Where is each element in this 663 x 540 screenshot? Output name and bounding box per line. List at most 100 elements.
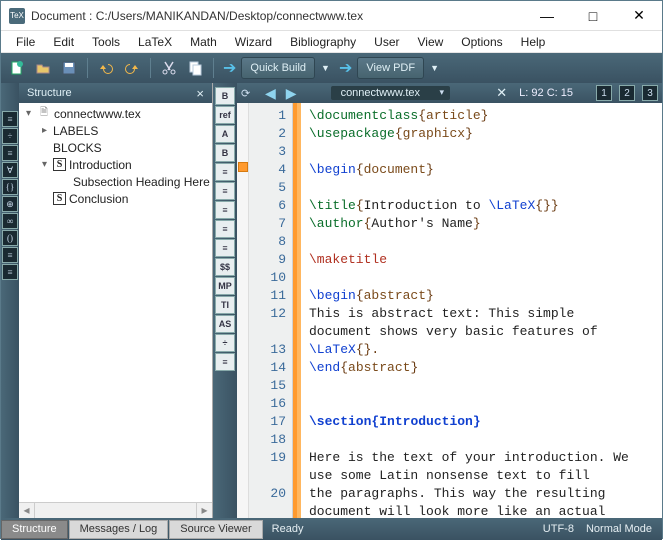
mid-btn[interactable]: ≡ — [215, 239, 235, 257]
tree-intro[interactable]: Introduction — [69, 158, 132, 172]
line-num[interactable]: 2 — [249, 125, 286, 143]
menu-view[interactable]: View — [409, 33, 453, 51]
viewpdf-dd-icon[interactable]: ▼ — [426, 63, 443, 73]
tab-messages[interactable]: Messages / Log — [69, 520, 169, 539]
sym-btn[interactable]: ≡ — [2, 264, 18, 280]
structure-close-icon[interactable]: × — [196, 86, 204, 101]
line-num[interactable]: 19 — [249, 449, 286, 467]
sym-btn[interactable]: ∞ — [2, 213, 18, 229]
sym-btn[interactable]: () — [2, 230, 18, 246]
status-mode[interactable]: Normal Mode — [586, 523, 652, 535]
close-file-icon[interactable]: ✕ — [490, 85, 513, 101]
refresh-icon[interactable]: ⟳ — [241, 87, 257, 100]
new-file-icon[interactable] — [5, 56, 29, 80]
scroll-left-icon[interactable]: ◂ — [19, 503, 35, 518]
line-num[interactable]: 5 — [249, 179, 286, 197]
run-arrow-icon[interactable]: ➔ — [220, 58, 239, 78]
mid-btn[interactable]: MP — [215, 277, 235, 295]
mid-btn[interactable]: B — [215, 144, 235, 162]
menu-tools[interactable]: Tools — [83, 33, 129, 51]
line-num[interactable]: 4 — [249, 161, 286, 179]
h-scrollbar[interactable]: ◂ ▸ — [19, 502, 212, 518]
tabnum-1[interactable]: 1 — [596, 85, 612, 101]
line-num[interactable]: 6 — [249, 197, 286, 215]
sym-btn[interactable]: ÷ — [2, 128, 18, 144]
menu-user[interactable]: User — [365, 33, 408, 51]
sym-btn[interactable]: ≡ — [2, 145, 18, 161]
mid-btn[interactable]: ≡ — [215, 201, 235, 219]
line-num[interactable]: 1 — [249, 107, 286, 125]
save-file-icon[interactable] — [57, 56, 81, 80]
menu-options[interactable]: Options — [452, 33, 511, 51]
tree-blocks[interactable]: BLOCKS — [53, 141, 102, 155]
line-num[interactable] — [249, 323, 286, 341]
tabnum-2[interactable]: 2 — [619, 85, 635, 101]
line-num[interactable]: 18 — [249, 431, 286, 449]
mid-btn[interactable]: B — [215, 87, 235, 105]
twist-icon[interactable]: ▾ — [39, 159, 50, 170]
mid-btn[interactable]: ≡ — [215, 353, 235, 371]
mid-btn[interactable]: ≡ — [215, 220, 235, 238]
line-num[interactable] — [249, 467, 286, 485]
code-text[interactable]: \documentclass{article} \usepackage{grap… — [301, 103, 662, 518]
mid-btn[interactable]: TI — [215, 296, 235, 314]
status-encoding[interactable]: UTF-8 — [543, 523, 574, 535]
quickbuild-dd-icon[interactable]: ▼ — [317, 63, 334, 73]
line-num[interactable]: 17 — [249, 413, 286, 431]
structure-tree[interactable]: ▾ 🗎 connectwww.tex ▸ LABELS BLOCKS ▾ S I… — [19, 103, 212, 502]
line-num[interactable]: 16 — [249, 395, 286, 413]
line-num[interactable] — [249, 503, 286, 518]
scroll-right-icon[interactable]: ▸ — [196, 503, 212, 518]
line-num[interactable]: 14 — [249, 359, 286, 377]
mid-btn[interactable]: $$ — [215, 258, 235, 276]
nav-fwd-icon[interactable]: ▶ — [284, 85, 299, 102]
open-file-icon[interactable] — [31, 56, 55, 80]
line-num[interactable]: 8 — [249, 233, 286, 251]
code-editor[interactable]: 1 2 3 4 5 6 7 8 9 10 11 12 13 14 15 16 1… — [237, 103, 662, 518]
menu-help[interactable]: Help — [512, 33, 555, 51]
quickbuild-dropdown[interactable]: Quick Build — [241, 57, 315, 79]
file-tab[interactable]: connectwww.tex — [331, 86, 450, 100]
line-gutter[interactable]: 1 2 3 4 5 6 7 8 9 10 11 12 13 14 15 16 1… — [249, 103, 293, 518]
menu-edit[interactable]: Edit — [44, 33, 83, 51]
tab-structure[interactable]: Structure — [1, 520, 68, 539]
line-num[interactable]: 13 — [249, 341, 286, 359]
viewpdf-dropdown[interactable]: View PDF — [357, 57, 424, 79]
menu-math[interactable]: Math — [181, 33, 226, 51]
nav-back-icon[interactable]: ◀ — [263, 85, 278, 102]
mid-btn[interactable]: AS — [215, 315, 235, 333]
mid-btn[interactable]: ref — [215, 106, 235, 124]
sym-btn[interactable]: ≡ — [2, 247, 18, 263]
mid-btn[interactable]: ≡ — [215, 163, 235, 181]
mid-btn[interactable]: A — [215, 125, 235, 143]
sym-btn[interactable]: {} — [2, 179, 18, 195]
menu-wizard[interactable]: Wizard — [226, 33, 281, 51]
mid-btn[interactable]: ÷ — [215, 334, 235, 352]
line-num[interactable]: 9 — [249, 251, 286, 269]
copy-icon[interactable] — [183, 56, 207, 80]
close-button[interactable]: ✕ — [616, 1, 662, 31]
tree-root[interactable]: connectwww.tex — [54, 107, 141, 121]
line-num[interactable]: 12 — [249, 305, 286, 323]
tabnum-3[interactable]: 3 — [642, 85, 658, 101]
tree-labels[interactable]: LABELS — [53, 124, 98, 138]
sym-btn[interactable]: ∀ — [2, 162, 18, 178]
twist-icon[interactable]: ▸ — [39, 125, 50, 136]
view-arrow-icon[interactable]: ➔ — [336, 58, 355, 78]
line-num[interactable]: 20 — [249, 485, 286, 503]
tree-conclusion[interactable]: Conclusion — [69, 192, 128, 206]
cut-icon[interactable] — [157, 56, 181, 80]
maximize-button[interactable]: □ — [570, 1, 616, 31]
tab-source-viewer[interactable]: Source Viewer — [169, 520, 262, 539]
line-num[interactable]: 7 — [249, 215, 286, 233]
menu-bibliography[interactable]: Bibliography — [281, 33, 365, 51]
redo-icon[interactable] — [120, 56, 144, 80]
mid-btn[interactable]: ≡ — [215, 182, 235, 200]
line-num[interactable]: 11 — [249, 287, 286, 305]
tree-subsection[interactable]: Subsection Heading Here — [73, 175, 210, 189]
sym-btn[interactable]: ≡ — [2, 111, 18, 127]
sym-btn[interactable]: ⊕ — [2, 196, 18, 212]
bookmark-gutter[interactable] — [237, 103, 249, 518]
line-num[interactable]: 3 — [249, 143, 286, 161]
bookmark-icon[interactable] — [238, 162, 248, 172]
